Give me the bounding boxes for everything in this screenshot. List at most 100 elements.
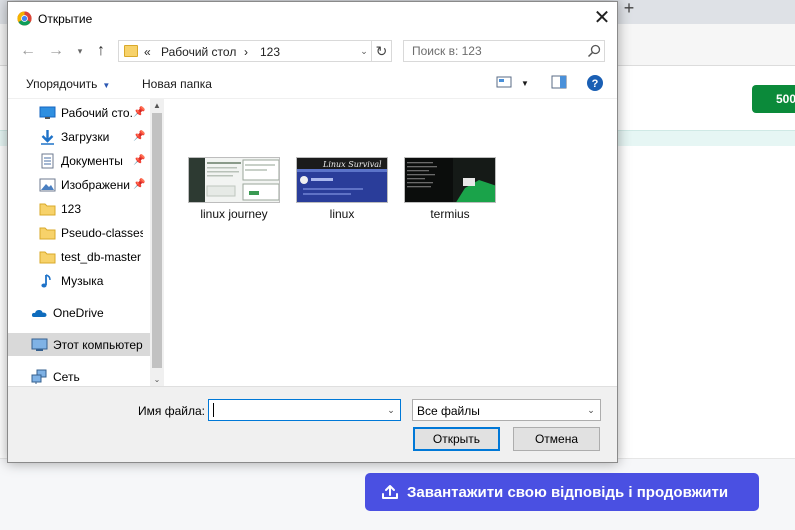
text-cursor <box>213 403 214 417</box>
filename-combobox[interactable]: ⌄ <box>208 399 401 421</box>
sidebar-item-documents[interactable]: Документы 📌 <box>8 149 150 172</box>
download-icon <box>41 129 54 145</box>
breadcrumb-overflow[interactable]: « <box>144 45 151 59</box>
sidebar-item-pseudo-classes[interactable]: Pseudo-classes <box>8 221 150 244</box>
chrome-icon <box>17 11 32 26</box>
scroll-up-chevron-icon[interactable]: ▲ <box>150 99 164 113</box>
file-item-linux-journey[interactable]: linux journey <box>186 155 282 225</box>
file-thumbnail <box>188 157 280 203</box>
pin-icon: 📌 <box>133 107 146 118</box>
view-mode-icon[interactable] <box>496 75 512 89</box>
network-icon <box>31 369 47 384</box>
sidebar-item-label: OneDrive <box>53 305 104 320</box>
sidebar-item-label: Изображени <box>61 177 130 192</box>
organize-menu[interactable]: Упорядочить ▼ <box>26 77 110 91</box>
breadcrumb-123[interactable]: 123 <box>260 45 280 59</box>
close-icon[interactable]: ✕ <box>588 7 616 31</box>
dialog-content: Рабочий сто. 📌 Загрузки 📌 Документы 📌 Из… <box>8 98 617 388</box>
folder-icon <box>39 203 56 215</box>
file-item-linux[interactable]: Linux Survival linux <box>294 155 390 225</box>
dialog-footer: Имя файла: ⌄ Все файлы ⌄ Открыть Отмена <box>8 386 617 462</box>
sidebar-item-onedrive[interactable]: OneDrive <box>8 301 150 324</box>
svg-text:?: ? <box>592 78 599 90</box>
sidebar-item-label: Рабочий сто. <box>61 105 133 120</box>
filename-label: Имя файла: <box>138 404 205 418</box>
filetype-select[interactable]: Все файлы ⌄ <box>412 399 601 421</box>
folder-icon <box>39 251 56 263</box>
sidebar-item-label: test_db-master <box>61 249 142 264</box>
sidebar-item-label: Pseudo-classes <box>61 225 143 240</box>
sidebar-item-music[interactable]: Музыка <box>8 269 150 292</box>
refresh-icon[interactable]: ↻ <box>372 40 392 62</box>
chevron-down-icon: ▼ <box>102 81 111 90</box>
file-thumbnail <box>404 157 496 203</box>
view-options-chevron-icon[interactable]: ▼ <box>521 79 529 88</box>
search-box[interactable] <box>403 40 605 62</box>
sidebar-item-label: Музыка <box>61 273 104 288</box>
filetype-value: Все файлы <box>417 404 480 418</box>
folder-icon <box>39 227 56 239</box>
thumbnail-title-text: Linux Survival <box>322 160 382 169</box>
sidebar-item-pictures[interactable]: Изображени 📌 <box>8 173 150 196</box>
computer-icon <box>31 338 48 351</box>
recent-locations-chevron-icon[interactable]: ▾ <box>70 41 90 61</box>
sidebar-item-desktop[interactable]: Рабочий сто. 📌 <box>8 101 150 124</box>
dialog-title: Открытие <box>38 12 93 26</box>
address-bar[interactable]: « Рабочий стол › 123 <box>118 40 372 62</box>
scroll-down-chevron-icon[interactable]: ⌄ <box>150 373 164 387</box>
navigation-pane-scrollbar[interactable]: ▲ ⌄ <box>150 99 164 387</box>
search-input[interactable] <box>404 41 579 61</box>
scrollbar-thumb[interactable] <box>152 113 162 368</box>
sidebar-item-downloads[interactable]: Загрузки 📌 <box>8 125 150 148</box>
new-folder-button[interactable]: Новая папка <box>142 77 212 91</box>
sidebar-item-this-pc[interactable]: Этот компьютер <box>8 333 150 356</box>
pictures-icon <box>39 178 56 191</box>
sidebar-item-label: Сеть <box>53 369 80 384</box>
preview-pane-icon[interactable] <box>551 75 567 89</box>
open-file-dialog: Открытие ✕ ← → ▾ ↑ « Рабочий стол › 123 … <box>7 1 618 463</box>
sidebar-item-123[interactable]: 123 <box>8 197 150 220</box>
up-arrow-icon[interactable]: ↑ <box>91 41 111 61</box>
address-history-chevron-icon[interactable]: ⌄ <box>355 46 373 60</box>
open-button[interactable]: Открыть <box>413 427 500 451</box>
sidebar-item-network[interactable]: Сеть <box>8 365 150 388</box>
pin-icon: 📌 <box>133 155 146 166</box>
navigation-pane: Рабочий сто. 📌 Загрузки 📌 Документы 📌 Из… <box>8 99 164 388</box>
filename-history-chevron-icon[interactable]: ⌄ <box>385 405 397 415</box>
dialog-titlebar[interactable]: Открытие ✕ <box>8 2 617 34</box>
file-list-pane: linux journey Linux Survival linux termi… <box>164 99 617 387</box>
forward-arrow-icon[interactable]: → <box>46 41 66 61</box>
breadcrumb-separator: › <box>244 45 248 59</box>
onedrive-icon <box>31 309 47 317</box>
file-name: linux journey <box>200 207 268 221</box>
command-bar: Упорядочить ▼ Новая папка ▼ ? <box>8 68 617 98</box>
pin-icon: 📌 <box>133 131 146 142</box>
cancel-button[interactable]: Отмена <box>513 427 600 451</box>
upload-icon <box>382 485 398 499</box>
sidebar-item-label: Документы <box>61 153 123 168</box>
music-icon <box>41 273 51 287</box>
file-name: termius <box>430 207 470 221</box>
upload-answer-label: Завантажити свою відповідь і продовжити <box>407 483 729 501</box>
pin-icon: 📌 <box>133 179 146 190</box>
search-icon <box>587 44 601 58</box>
help-icon[interactable]: ? <box>586 74 604 92</box>
filename-input[interactable] <box>209 400 379 420</box>
breadcrumb-desktop[interactable]: Рабочий стол <box>161 45 236 59</box>
file-item-termius[interactable]: termius <box>402 155 498 225</box>
filetype-chevron-icon[interactable]: ⌄ <box>585 405 597 415</box>
back-arrow-icon[interactable]: ← <box>18 41 38 61</box>
folder-icon <box>124 45 138 57</box>
page-green-button[interactable]: 500 <box>752 85 795 113</box>
sidebar-item-test-db-master[interactable]: test_db-master <box>8 245 150 268</box>
upload-answer-button[interactable]: Завантажити свою відповідь і продовжити <box>365 473 759 511</box>
new-tab-icon[interactable]: + <box>620 0 638 18</box>
sidebar-item-label: 123 <box>61 201 82 216</box>
file-thumbnail: Linux Survival <box>296 157 388 203</box>
document-icon <box>41 153 54 168</box>
navigation-row: ← → ▾ ↑ « Рабочий стол › 123 ⌄ ↻ <box>8 36 617 66</box>
sidebar-item-label: Загрузки <box>61 129 110 144</box>
organize-label: Упорядочить <box>26 77 98 91</box>
sidebar-item-label: Этот компьютер <box>53 337 143 352</box>
desktop-icon <box>39 106 56 119</box>
